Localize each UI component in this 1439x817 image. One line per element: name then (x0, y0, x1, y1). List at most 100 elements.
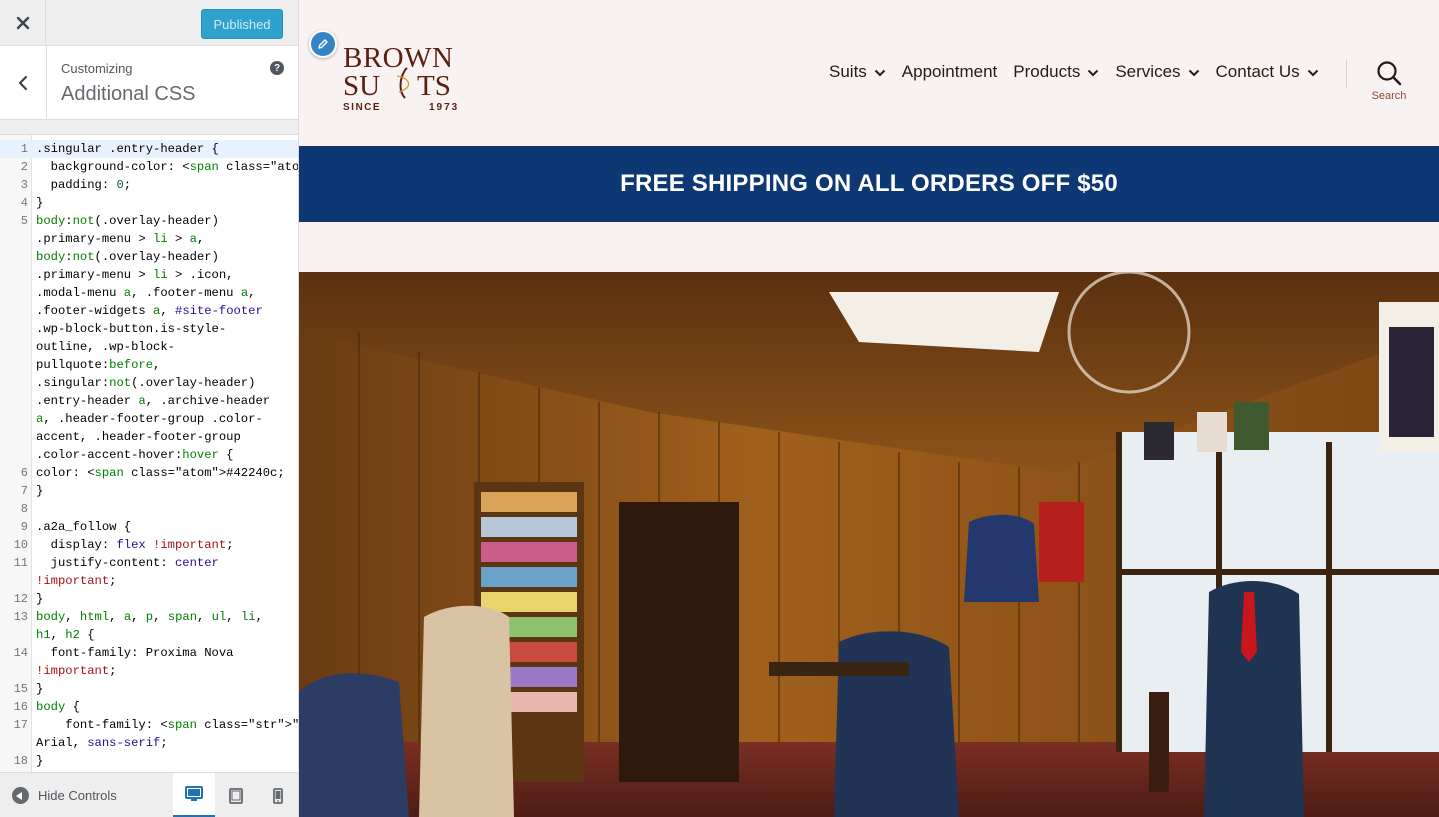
code-line[interactable]: 7} (0, 482, 298, 500)
mobile-icon (273, 787, 283, 804)
edit-shortcut-button[interactable] (309, 30, 337, 58)
code-text: background-color: <span class="atom">#ff… (36, 160, 298, 174)
logo-text-ts: TS (417, 70, 451, 102)
code-line[interactable]: 12} (0, 590, 298, 608)
code-line[interactable]: .primary-menu > li > a, (0, 230, 298, 248)
code-line[interactable]: h1, h2 { (0, 626, 298, 644)
line-number: 15 (13, 682, 28, 696)
search-label: Search (1371, 90, 1407, 102)
code-line[interactable]: !important; (0, 662, 298, 680)
code-text: } (36, 484, 44, 498)
site-logo[interactable]: BROWN SU TS SINCE 1973 (341, 40, 475, 115)
nav-item-services[interactable]: Services (1115, 62, 1199, 82)
nav-item-appointment[interactable]: Appointment (902, 62, 997, 82)
code-line[interactable]: 18} (0, 752, 298, 770)
code-text: .primary-menu > li > .icon, (36, 268, 234, 282)
code-text: .singular:not(.overlay-header) (36, 376, 256, 390)
code-line[interactable]: 4} (0, 194, 298, 212)
section-header: Customizing Additional CSS ? (0, 46, 298, 120)
hide-controls-button[interactable]: Hide Controls (12, 773, 117, 817)
code-line[interactable]: pullquote:before, (0, 356, 298, 374)
nav-item-label: Services (1115, 62, 1181, 81)
search-toggle-button[interactable]: Search (1367, 60, 1411, 108)
code-line[interactable]: 14 font-family: Proxima Nova (0, 644, 298, 662)
publish-button[interactable]: Published (201, 9, 283, 39)
code-line[interactable]: 2 background-color: <span class="atom">#… (0, 158, 298, 176)
line-number: 8 (20, 502, 28, 516)
back-button[interactable] (0, 46, 47, 120)
preview-mobile-button[interactable] (257, 773, 299, 817)
code-line[interactable]: 10 display: flex !important; (0, 536, 298, 554)
code-line[interactable]: 3 padding: 0; (0, 176, 298, 194)
code-line[interactable]: outline, .wp-block- (0, 338, 298, 356)
nav-item-contact-us[interactable]: Contact Us (1216, 62, 1319, 82)
code-line[interactable]: 8 (0, 500, 298, 518)
code-text: } (36, 592, 44, 606)
nav-item-label: Contact Us (1215, 62, 1300, 81)
code-text: body:not(.overlay-header) (36, 250, 219, 264)
primary-menu: Suits Appointment Products Services Contact … (829, 62, 1335, 82)
code-text: body { (36, 700, 80, 714)
code-line[interactable]: 17 font-family: <span class="str">"Proxi… (0, 716, 298, 734)
code-line[interactable]: .modal-menu a, .footer-menu a, (0, 284, 298, 302)
code-line[interactable]: .singular:not(.overlay-header) (0, 374, 298, 392)
content-spacer (299, 222, 1439, 272)
code-line[interactable]: body:not(.overlay-header) (0, 248, 298, 266)
code-line[interactable]: 16 body { (0, 698, 298, 716)
code-line[interactable]: 11 justify-content: center (0, 554, 298, 572)
code-line[interactable]: Arial, sans-serif; (0, 734, 298, 752)
code-text: } (36, 754, 44, 768)
preview-desktop-button[interactable] (173, 773, 215, 817)
code-line[interactable]: .wp-block-button.is-style- (0, 320, 298, 338)
code-line[interactable]: 9 .a2a_follow { (0, 518, 298, 536)
site-preview[interactable]: BROWN SU TS SINCE 1973 Suits Appointment P… (299, 0, 1439, 817)
code-line[interactable]: .footer-widgets a, #site-footer (0, 302, 298, 320)
code-line[interactable]: 15} (0, 680, 298, 698)
nav-item-suits[interactable]: Suits (829, 62, 886, 82)
help-icon[interactable]: ? (270, 61, 284, 75)
code-text: a, .header-footer-group .color- (36, 412, 263, 426)
code-text: Arial, sans-serif; (36, 736, 168, 750)
nav-item-label: Appointment (901, 62, 998, 81)
chevron-down-icon (874, 69, 886, 77)
line-number: 4 (20, 196, 28, 210)
code-line[interactable]: .color-accent-hover:hover { (0, 446, 298, 464)
code-lines[interactable]: 1 .singular .entry-header {2 background-c… (0, 140, 298, 770)
code-text: justify-content: center (36, 556, 219, 570)
code-text: } (36, 682, 44, 696)
code-text: color: <span class="atom">#42240c; (36, 466, 285, 480)
line-number: 13 (13, 610, 28, 624)
css-code-editor[interactable]: 1 .singular .entry-header {2 background-c… (0, 134, 298, 772)
tablet-icon (229, 787, 243, 804)
code-text: .singular .entry-header { (36, 142, 219, 156)
code-line[interactable]: 6 color: <span class="atom">#42240c; (0, 464, 298, 482)
code-line[interactable]: !important; (0, 572, 298, 590)
code-text: font-family: Proxima Nova (36, 646, 234, 660)
banner-text: FREE SHIPPING ON ALL ORDERS OFF $50 (620, 170, 1118, 197)
customizing-label: Customizing (61, 61, 133, 76)
code-line[interactable]: accent, .header-footer-group (0, 428, 298, 446)
site-header: BROWN SU TS SINCE 1973 Suits Appointment P… (299, 0, 1439, 146)
code-line[interactable]: a, .header-footer-group .color- (0, 410, 298, 428)
close-customizer-button[interactable] (0, 0, 46, 46)
chevron-down-icon (1188, 69, 1199, 77)
code-text: body, html, a, p, span, ul, li, (36, 610, 263, 624)
nav-item-label: Suits (829, 62, 867, 81)
code-text: .color-accent-hover:hover { (36, 448, 234, 462)
nav-item-products[interactable]: Products (1013, 62, 1099, 82)
line-number: 11 (13, 556, 28, 570)
nav-item-label: Products (1013, 62, 1081, 81)
chevron-left-icon (18, 75, 28, 91)
code-line[interactable]: 13 body, html, a, p, span, ul, li, (0, 608, 298, 626)
code-line[interactable]: .primary-menu > li > .icon, (0, 266, 298, 284)
code-line[interactable]: 1 .singular .entry-header { (0, 140, 298, 158)
search-icon (1377, 61, 1402, 86)
code-line[interactable]: 5 body:not(.overlay-header) (0, 212, 298, 230)
preview-tablet-button[interactable] (215, 773, 257, 817)
code-line[interactable]: .entry-header a, .archive-header (0, 392, 298, 410)
line-number: 17 (13, 718, 28, 732)
line-number: 18 (13, 754, 28, 768)
code-text: display: flex !important; (36, 538, 234, 552)
code-text: font-family: <span class="str">"Proxima … (36, 718, 298, 732)
code-text: .entry-header a, .archive-header (36, 394, 271, 408)
